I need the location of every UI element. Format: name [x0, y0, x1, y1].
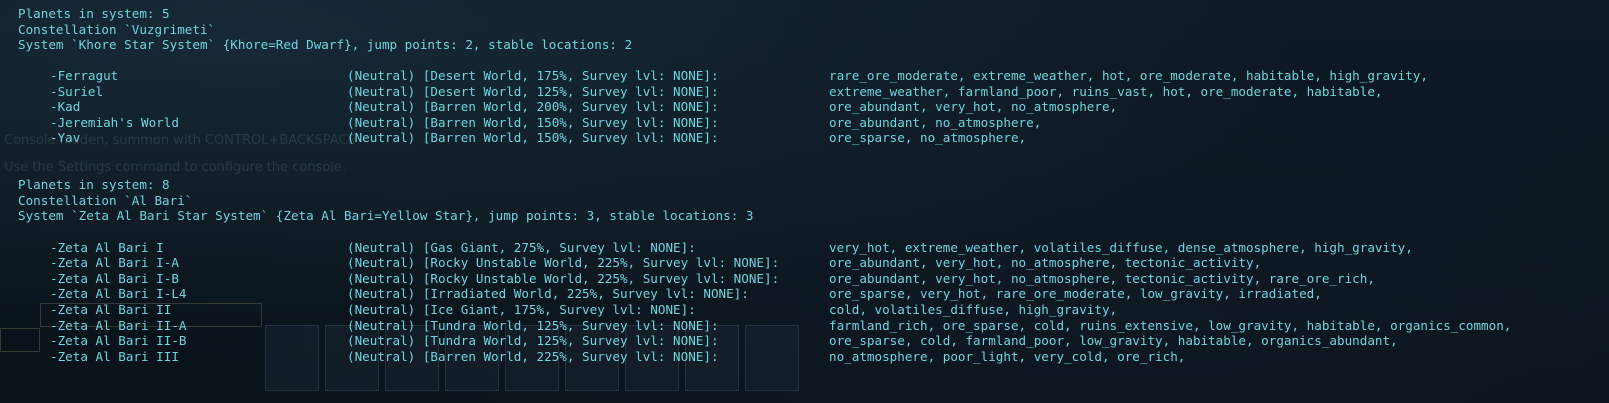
planet-row: -Zeta Al Bari I-B (Neutral) [Rocky Unsta… — [0, 271, 1609, 287]
planet-info: (Neutral) [Barren World, 225%, Survey lv… — [347, 348, 719, 364]
planet-info: (Neutral) [Rocky Unstable World, 225%, S… — [347, 270, 780, 286]
planet-row: -Zeta Al Bari I-A (Neutral) [Rocky Unsta… — [0, 255, 1609, 271]
planet-name: -Kad — [50, 99, 81, 115]
planet-row: -Zeta Al Bari II-B (Neutral) [Tundra Wor… — [0, 333, 1609, 349]
planet-name: -Zeta Al Bari III — [50, 348, 179, 364]
planet-name: -Suriel — [50, 83, 104, 99]
planet-info: (Neutral) [Desert World, 175%, Survey lv… — [347, 68, 719, 83]
planet-info: (Neutral) [Irradiated World, 225%, Surve… — [347, 286, 749, 302]
planet-name: -Zeta Al Bari I-L4 — [50, 286, 187, 302]
planet-row: -Yav (Neutral) [Barren World, 150%, Surv… — [0, 130, 1609, 146]
planet-name: -Ferragut — [50, 68, 119, 83]
planet-info: (Neutral) [Barren World, 200%, Survey lv… — [347, 99, 719, 115]
planet-row: -Zeta Al Bari I (Neutral) [Gas Giant, 27… — [0, 240, 1609, 256]
planet-name: -Zeta Al Bari II — [50, 301, 172, 317]
planet-row: -Suriel (Neutral) [Desert World, 125%, S… — [0, 84, 1609, 100]
planet-tags: cold, volatiles_diffuse, high_gravity, — [829, 301, 1118, 317]
planet-name: -Zeta Al Bari I-A — [50, 255, 179, 271]
planets-count-line: Planets in system: 8 — [18, 177, 170, 192]
planet-info: (Neutral) [Gas Giant, 275%, Survey lvl: … — [347, 239, 696, 255]
planet-name: -Zeta Al Bari I — [50, 239, 164, 255]
planet-info: (Neutral) [Rocky Unstable World, 225%, S… — [347, 255, 780, 271]
planet-info: (Neutral) [Tundra World, 125%, Survey lv… — [347, 333, 719, 349]
constellation-line: Constellation `Al Bari` — [18, 192, 193, 208]
planet-row: -Ferragut (Neutral) [Desert World, 175%,… — [0, 68, 1609, 84]
planet-tags: farmland_rich, ore_sparse, cold, ruins_e… — [829, 317, 1512, 333]
planet-tags: ore_abundant, no_atmosphere, — [829, 114, 1042, 130]
planet-row: -Kad (Neutral) [Barren World, 200%, Surv… — [0, 99, 1609, 115]
planet-tags: very_hot, extreme_weather, volatiles_dif… — [829, 239, 1413, 255]
planet-row: -Zeta Al Bari III (Neutral) [Barren Worl… — [0, 349, 1609, 365]
planet-name: -Yav — [50, 130, 81, 146]
system-line: System `Khore Star System` {Khore=Red Dw… — [18, 37, 633, 53]
planet-info: (Neutral) [Barren World, 150%, Survey lv… — [347, 130, 719, 146]
planet-name: -Jeremiah's World — [50, 114, 179, 130]
planet-tags: ore_abundant, very_hot, no_atmosphere, t… — [829, 255, 1262, 271]
planet-tags: no_atmosphere, poor_light, very_cold, or… — [829, 348, 1186, 364]
console-output: Planets in system: 5 Constellation `Vuzg… — [0, 0, 1609, 403]
planet-tags: extreme_weather, farmland_poor, ruins_va… — [829, 83, 1383, 99]
planet-row: -Jeremiah's World (Neutral) [Barren Worl… — [0, 115, 1609, 131]
planet-row: -Zeta Al Bari II (Neutral) [Ice Giant, 1… — [0, 302, 1609, 318]
planet-name: -Zeta Al Bari I-B — [50, 270, 179, 286]
planet-info: (Neutral) [Ice Giant, 175%, Survey lvl: … — [347, 301, 696, 317]
planet-tags: ore_sparse, no_atmosphere, — [829, 130, 1027, 146]
planet-info: (Neutral) [Barren World, 150%, Survey lv… — [347, 114, 719, 130]
planet-info: (Neutral) [Desert World, 125%, Survey lv… — [347, 83, 719, 99]
planet-tags: ore_sparse, cold, farmland_poor, low_gra… — [829, 333, 1398, 349]
planet-name: -Zeta Al Bari II-B — [50, 333, 187, 349]
system-line: System `Zeta Al Bari Star System` {Zeta … — [18, 208, 754, 224]
planet-tags: ore_sparse, very_hot, rare_ore_moderate,… — [829, 286, 1322, 302]
planet-row: -Zeta Al Bari II-A (Neutral) [Tundra Wor… — [0, 318, 1609, 334]
planets-count-line: Planets in system: 5 — [18, 6, 170, 21]
planet-row: -Zeta Al Bari I-L4 (Neutral) [Irradiated… — [0, 286, 1609, 302]
planet-tags: ore_abundant, very_hot, no_atmosphere, — [829, 99, 1118, 115]
planet-info: (Neutral) [Tundra World, 125%, Survey lv… — [347, 317, 719, 333]
constellation-line: Constellation `Vuzgrimeti` — [18, 21, 216, 37]
planet-tags: ore_abundant, very_hot, no_atmosphere, t… — [829, 270, 1375, 286]
planet-tags: rare_ore_moderate, extreme_weather, hot,… — [829, 68, 1428, 83]
planet-name: -Zeta Al Bari II-A — [50, 317, 187, 333]
